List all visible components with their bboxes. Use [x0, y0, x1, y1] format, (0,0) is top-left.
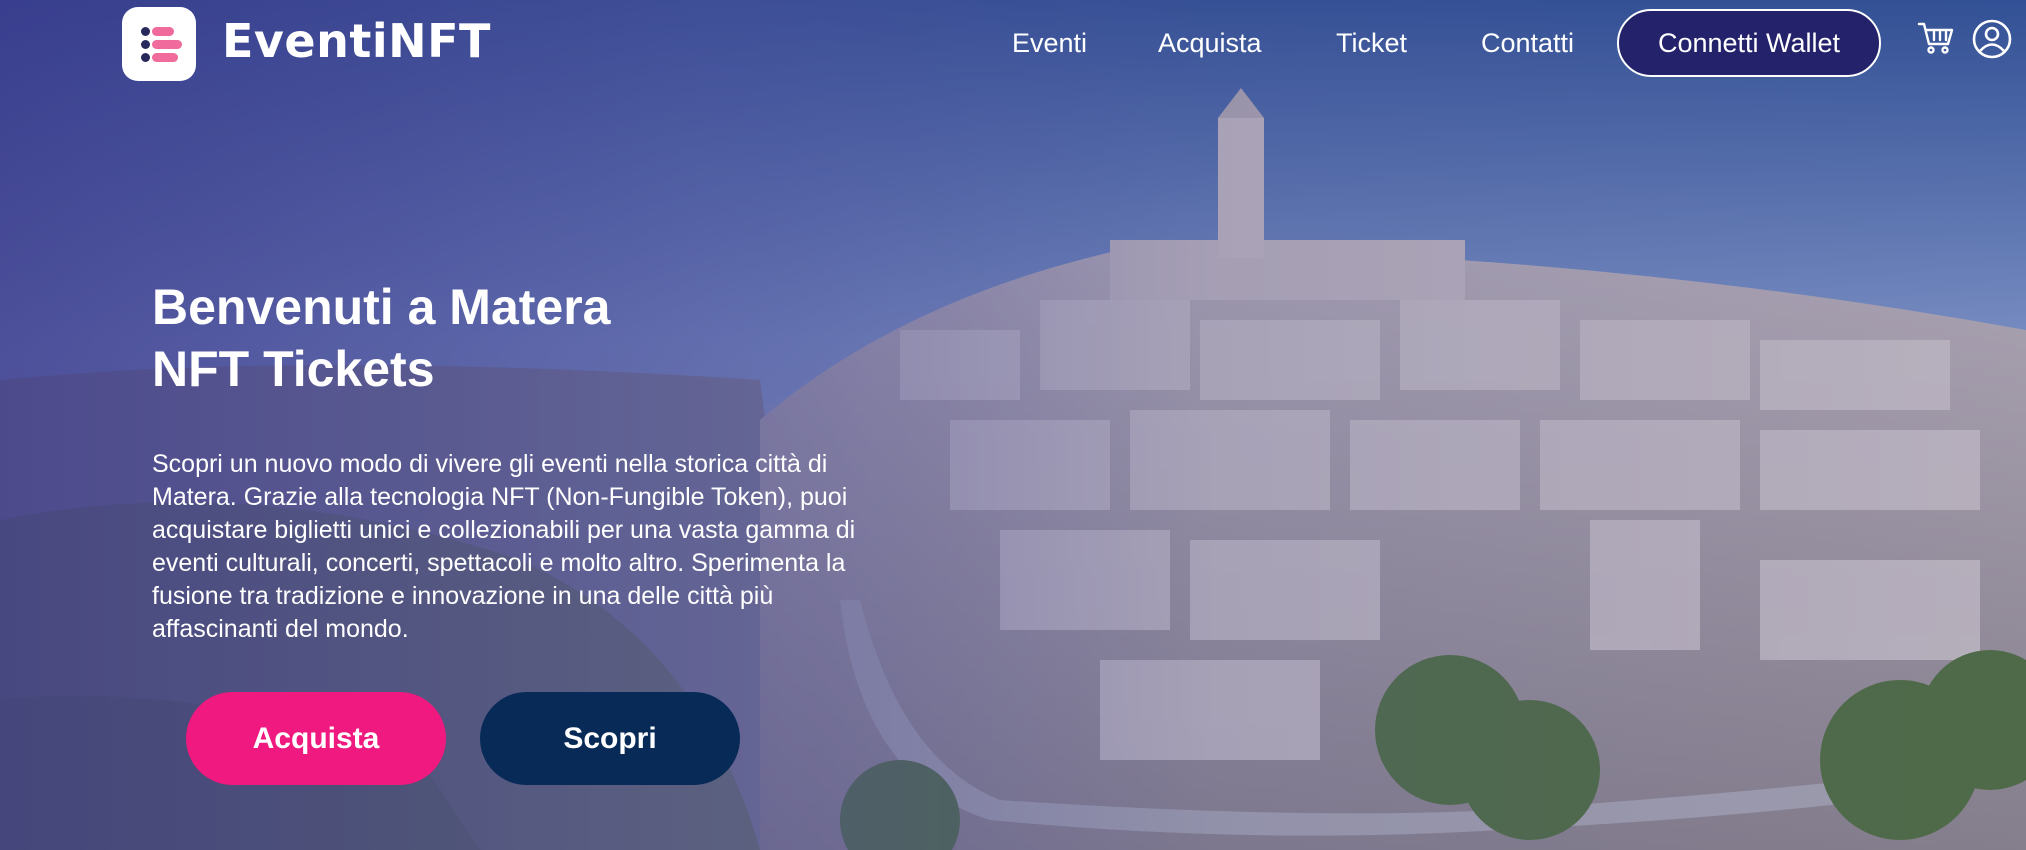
hero-title: Benvenuti a Matera NFT Tickets: [152, 276, 610, 400]
nav-link-acquista[interactable]: Acquista: [1158, 28, 1262, 59]
nav-link-contatti[interactable]: Contatti: [1481, 28, 1574, 59]
brand-name[interactable]: EventiNFT: [222, 14, 491, 68]
logo-icon[interactable]: [122, 7, 196, 81]
cart-icon[interactable]: [1916, 18, 1956, 63]
user-icon[interactable]: [1971, 18, 2013, 65]
logo-bar: [152, 53, 178, 62]
logo-bar: [152, 40, 182, 49]
logo-bar: [152, 27, 174, 36]
logo-dot: [141, 40, 150, 49]
acquista-button[interactable]: Acquista: [186, 692, 446, 785]
nav-link-ticket[interactable]: Ticket: [1336, 28, 1407, 59]
connect-wallet-button[interactable]: Connetti Wallet: [1617, 9, 1881, 77]
hero-title-line-2: NFT Tickets: [152, 341, 435, 397]
scopri-button[interactable]: Scopri: [480, 692, 740, 785]
hero-title-line-1: Benvenuti a Matera: [152, 279, 611, 335]
nav-link-eventi[interactable]: Eventi: [1012, 28, 1087, 59]
logo-dot: [141, 27, 150, 36]
logo-dot: [141, 53, 150, 62]
top-navbar: EventiNFT Eventi Acquista Ticket Contatt…: [0, 0, 2026, 90]
hero-description: Scopri un nuovo modo di vivere gli event…: [152, 450, 856, 643]
hero-section: EventiNFT Eventi Acquista Ticket Contatt…: [0, 0, 2026, 850]
